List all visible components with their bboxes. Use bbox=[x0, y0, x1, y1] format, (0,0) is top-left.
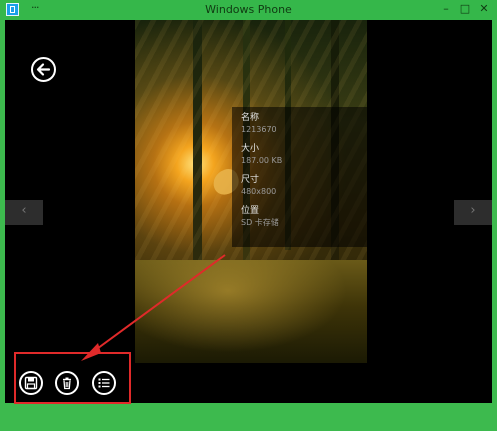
save-button[interactable] bbox=[19, 371, 43, 395]
chevron-left-icon: ‹ bbox=[21, 203, 27, 218]
close-button[interactable]: ✕ bbox=[477, 2, 491, 15]
detail-name: 名称 1213670 bbox=[241, 113, 277, 135]
next-photo-button[interactable]: › bbox=[454, 200, 492, 225]
details-button[interactable] bbox=[92, 371, 116, 395]
maximize-button[interactable]: □ bbox=[458, 2, 472, 15]
delete-button[interactable] bbox=[55, 371, 79, 395]
back-arrow-icon bbox=[36, 63, 51, 76]
detail-label: 位置 bbox=[241, 206, 260, 216]
detail-value: 1213670 bbox=[241, 125, 277, 134]
details-list-icon bbox=[98, 378, 110, 388]
detail-size: 大小 187.00 KB bbox=[241, 144, 282, 166]
detail-value: SD 卡存储 bbox=[241, 218, 279, 227]
minimize-button[interactable]: – bbox=[439, 2, 453, 15]
photo-details-panel: 名称 1213670 大小 187.00 KB 尺寸 480x800 位置 SD… bbox=[232, 107, 367, 247]
save-icon bbox=[24, 376, 38, 390]
fern-foliage bbox=[135, 260, 367, 363]
window-titlebar: ··· Windows Phone – □ ✕ bbox=[0, 0, 497, 20]
detail-label: 名称 bbox=[241, 113, 260, 123]
detail-value: 480x800 bbox=[241, 187, 277, 196]
back-button[interactable] bbox=[31, 57, 56, 82]
previous-photo-button[interactable]: ‹ bbox=[5, 200, 43, 225]
chevron-right-icon: › bbox=[470, 203, 476, 218]
detail-value: 187.00 KB bbox=[241, 156, 283, 165]
detail-dimensions: 尺寸 480x800 bbox=[241, 175, 276, 197]
detail-label: 大小 bbox=[241, 144, 260, 154]
delete-icon bbox=[63, 377, 71, 390]
detail-label: 尺寸 bbox=[241, 175, 260, 185]
detail-location: 位置 SD 卡存储 bbox=[241, 206, 279, 228]
window-title: Windows Phone bbox=[205, 3, 292, 16]
